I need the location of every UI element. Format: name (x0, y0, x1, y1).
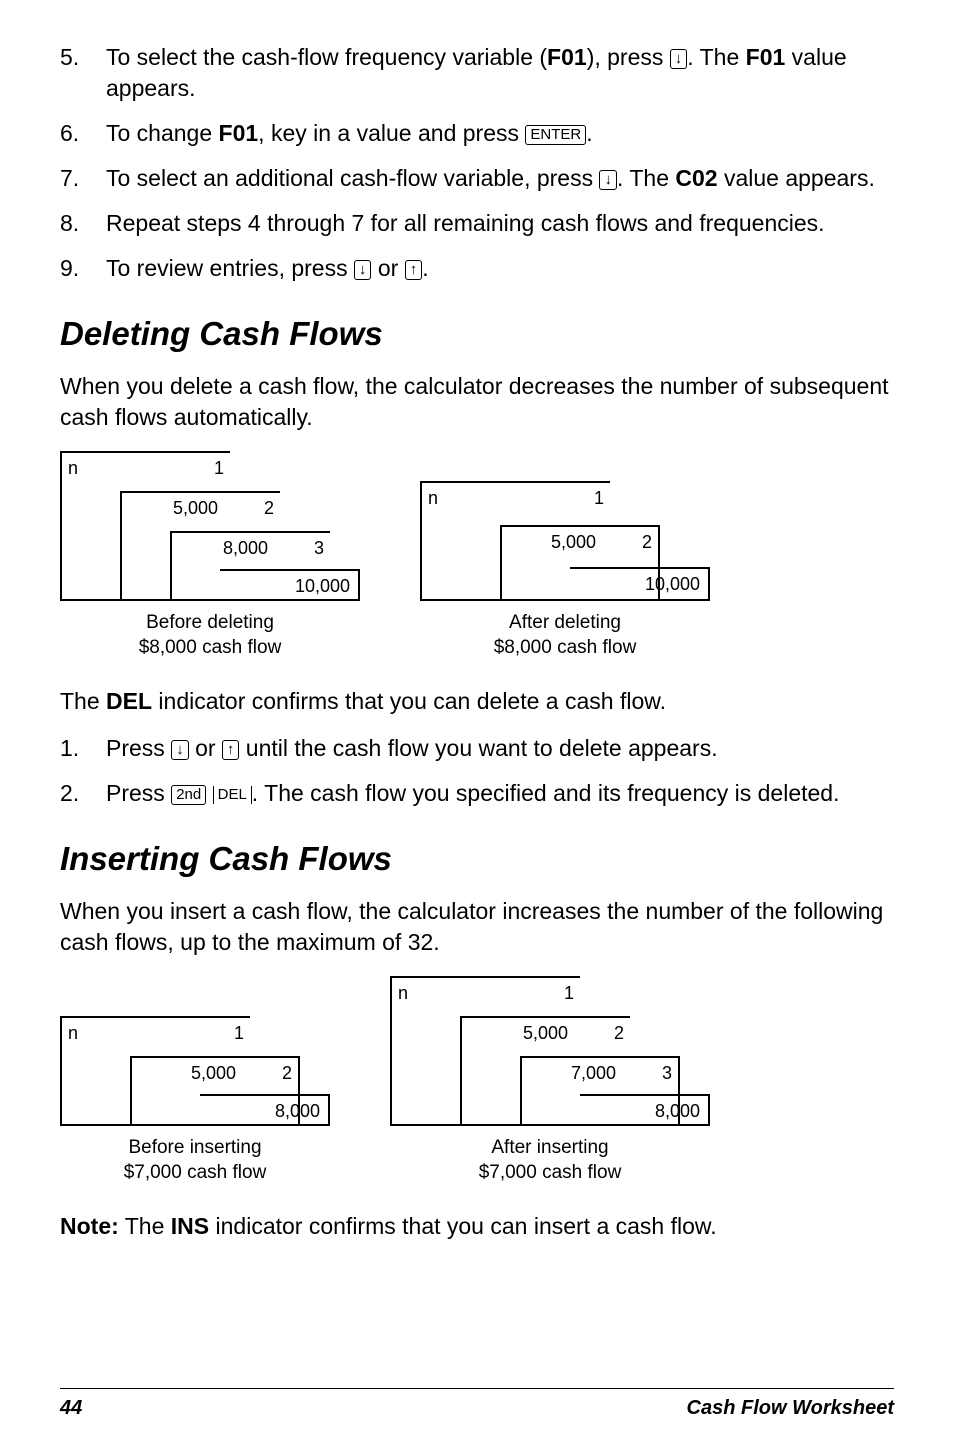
before-deleting-caption: Before deleting $8,000 cash flow (139, 611, 282, 660)
step-8: 8. Repeat steps 4 through 7 for all rema… (60, 208, 894, 239)
step-text: To select an additional cash-flow variab… (106, 163, 894, 194)
down-key-icon: ↓ (171, 740, 189, 760)
footer-rule (60, 1388, 894, 1389)
second-key-icon: 2nd (171, 785, 206, 805)
ins-note: Note: The INS indicator confirms that yo… (60, 1211, 894, 1242)
heading-deleting: Deleting Cash Flows (60, 312, 894, 357)
step-number: 8. (60, 208, 106, 239)
after-deleting-diagram: n 1 5,000 2 10,000 After deleting $8,000… (420, 481, 710, 660)
after-inserting-caption: After inserting $7,000 cash flow (479, 1136, 622, 1185)
step-number: 6. (60, 118, 106, 149)
step-number: 7. (60, 163, 106, 194)
chapter-title: Cash Flow Worksheet (687, 1395, 894, 1422)
del-key-icon: DEL (213, 786, 252, 804)
before-inserting-diagram: n 1 5,000 2 8,000 Before inserting $7,00… (60, 1016, 330, 1185)
down-key-icon: ↓ (599, 170, 617, 190)
down-key-icon: ↓ (354, 260, 372, 280)
step-number: 9. (60, 253, 106, 284)
step-7: 7. To select an additional cash-flow var… (60, 163, 894, 194)
step-text: To select the cash-flow frequency variab… (106, 42, 894, 104)
del-step-2: 2. Press 2nd DEL. The cash flow you spec… (60, 778, 894, 809)
step-text: To change F01, key in a value and press … (106, 118, 894, 149)
step-number: 5. (60, 42, 106, 104)
del-indicator-para: The DEL indicator confirms that you can … (60, 686, 894, 717)
inserting-diagrams: n 1 5,000 2 8,000 Before inserting $7,00… (60, 976, 894, 1185)
heading-inserting: Inserting Cash Flows (60, 837, 894, 882)
before-deleting-diagram: n 1 5,000 2 8,000 3 10,000 Before deleti… (60, 451, 360, 660)
step-text: Press ↓ or ↑ until the cash flow you wan… (106, 733, 894, 764)
step-9: 9. To review entries, press ↓ or ↑. (60, 253, 894, 284)
enter-key-icon: ENTER (525, 125, 586, 145)
page-number: 44 (60, 1395, 82, 1422)
deleting-diagrams: n 1 5,000 2 8,000 3 10,000 Before deleti… (60, 451, 894, 660)
up-key-icon: ↑ (405, 260, 423, 280)
after-deleting-caption: After deleting $8,000 cash flow (494, 611, 637, 660)
step-number: 2. (60, 778, 106, 809)
inserting-intro: When you insert a cash flow, the calcula… (60, 896, 894, 958)
after-inserting-diagram: n 1 5,000 2 7,000 3 8,000 After insertin… (390, 976, 710, 1185)
del-step-1: 1. Press ↓ or ↑ until the cash flow you … (60, 733, 894, 764)
up-key-icon: ↑ (222, 740, 240, 760)
step-5: 5. To select the cash-flow frequency var… (60, 42, 894, 104)
before-inserting-caption: Before inserting $7,000 cash flow (124, 1136, 267, 1185)
delete-steps: 1. Press ↓ or ↑ until the cash flow you … (60, 733, 894, 809)
deleting-intro: When you delete a cash flow, the calcula… (60, 371, 894, 433)
step-number: 1. (60, 733, 106, 764)
step-6: 6. To change F01, key in a value and pre… (60, 118, 894, 149)
step-text: To review entries, press ↓ or ↑. (106, 253, 894, 284)
steps-list-1: 5. To select the cash-flow frequency var… (60, 42, 894, 284)
down-key-icon: ↓ (670, 49, 688, 69)
page: 5. To select the cash-flow frequency var… (0, 0, 954, 1456)
step-text: Repeat steps 4 through 7 for all remaini… (106, 208, 894, 239)
step-text: Press 2nd DEL. The cash flow you specifi… (106, 778, 894, 809)
page-footer: 44 Cash Flow Worksheet (60, 1384, 894, 1422)
